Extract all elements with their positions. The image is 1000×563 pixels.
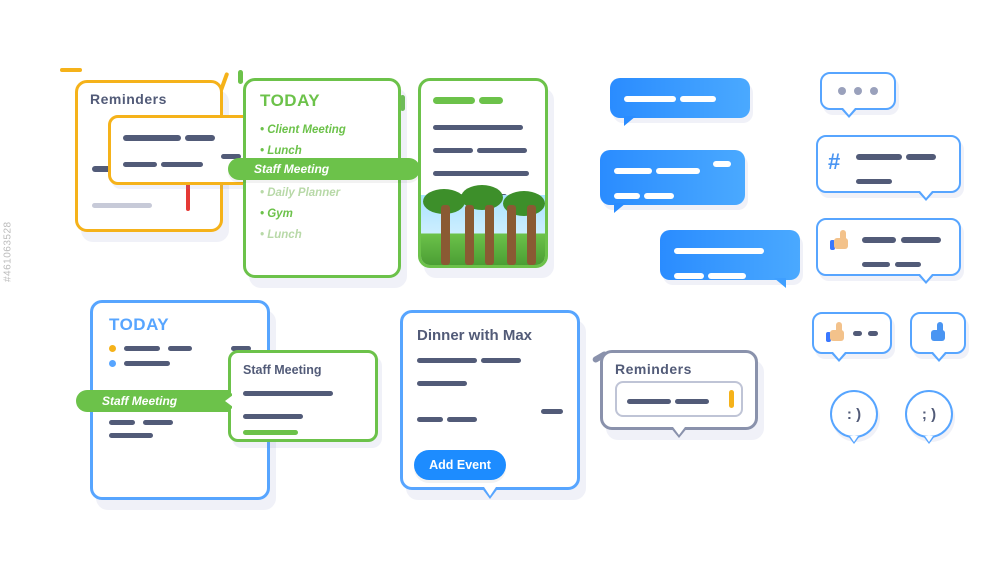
document-preview-card[interactable] [418, 78, 548, 268]
accent-stub [60, 68, 82, 72]
today-title: TODAY [93, 303, 267, 341]
landscape-image [421, 195, 545, 265]
event-title: Dinner with Max [403, 313, 577, 350]
speech-tail [670, 427, 688, 438]
speech-tail [840, 108, 858, 118]
thumbs-up-icon [927, 322, 949, 344]
speech-tail [923, 436, 935, 444]
emoji-wink-bubble[interactable]: ; ) [905, 390, 953, 438]
speech-tail [930, 352, 948, 362]
list-item[interactable]: Client Meeting [260, 119, 384, 140]
reminders-title: Reminders [78, 83, 220, 111]
accent-stub [238, 70, 243, 84]
emoji-smile-bubble[interactable]: : ) [830, 390, 878, 438]
popover-title: Staff Meeting [243, 363, 363, 377]
chat-bubble-sent[interactable] [600, 150, 745, 205]
dot [870, 87, 878, 95]
reminders-card-grey[interactable]: Reminders [600, 350, 758, 430]
speech-tail [830, 352, 848, 362]
list-item[interactable]: Lunch [260, 224, 384, 245]
speech-tail [481, 487, 499, 499]
stock-watermark: #461063528 [3, 221, 14, 282]
speech-tail [774, 278, 786, 288]
speech-tail [917, 191, 935, 201]
staff-meeting-banner[interactable]: Staff Meeting [228, 158, 420, 180]
speech-tail [917, 274, 935, 284]
reminders-title: Reminders [603, 353, 755, 379]
dot [838, 87, 846, 95]
thumbs-up-icon [830, 230, 852, 252]
hashtag-bubble[interactable]: # [816, 135, 961, 193]
chat-bubble-received[interactable] [660, 230, 800, 280]
speech-tail [624, 116, 636, 126]
hash-icon: # [828, 149, 840, 175]
staff-meeting-popover[interactable]: Staff Meeting [228, 350, 378, 442]
placeholder-lines [403, 350, 577, 427]
list-item[interactable]: Gym [260, 203, 384, 224]
today-title: TODAY [246, 81, 398, 115]
today-list: Client Meeting Lunch x Daily Planner Gym… [246, 115, 398, 249]
yellow-marker [729, 390, 734, 408]
add-event-button[interactable]: Add Event [414, 450, 506, 480]
green-accent [243, 430, 298, 435]
typing-indicator-bubble [820, 72, 896, 110]
speech-tail [222, 393, 232, 409]
thumbs-up-bubble[interactable] [812, 312, 892, 354]
thumbs-up-bubble[interactable] [910, 312, 966, 354]
thumbs-up-icon [826, 322, 847, 344]
reminder-item[interactable] [615, 381, 743, 417]
like-bubble[interactable] [816, 218, 961, 276]
speech-tail [614, 203, 626, 213]
chat-bubble-sent[interactable] [610, 78, 750, 118]
dot [854, 87, 862, 95]
speech-tail [848, 436, 860, 444]
list-item[interactable]: Daily Planner [260, 182, 384, 203]
